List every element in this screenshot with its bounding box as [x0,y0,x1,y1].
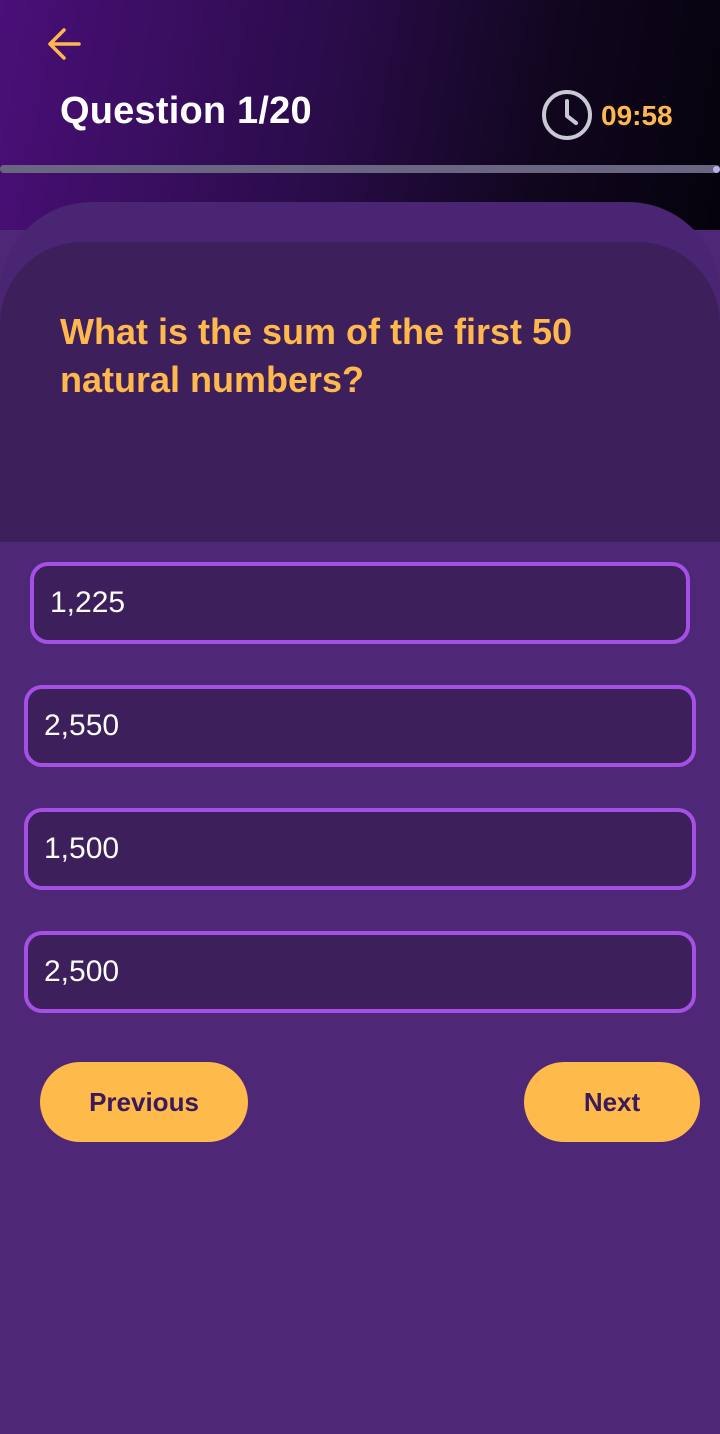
question-counter: Question 1/20 [60,90,312,132]
answer-option-label: 2,500 [44,955,120,988]
clock-icon [540,88,594,142]
progress-indicator-dot [713,166,720,173]
answer-option-3[interactable]: 1,500 [24,808,696,890]
timer-value: 09:58 [601,100,673,131]
answer-option-label: 1,225 [50,586,126,619]
answer-option-1[interactable]: 1,225 [30,562,690,644]
answer-option-4[interactable]: 2,500 [24,931,696,1013]
question-text: What is the sum of the first 50 natural … [60,311,573,400]
progress-fill [0,165,720,173]
answer-option-label: 2,550 [44,709,120,742]
progress-bar [0,165,720,173]
next-button[interactable]: Next [524,1062,700,1142]
previous-button[interactable]: Previous [40,1062,248,1142]
back-button[interactable] [44,27,84,66]
answer-option-2[interactable]: 2,550 [24,685,696,767]
arrow-left-icon [46,27,82,66]
header: Question 1/20 09:58 [0,0,720,230]
answer-option-label: 1,500 [44,832,120,865]
